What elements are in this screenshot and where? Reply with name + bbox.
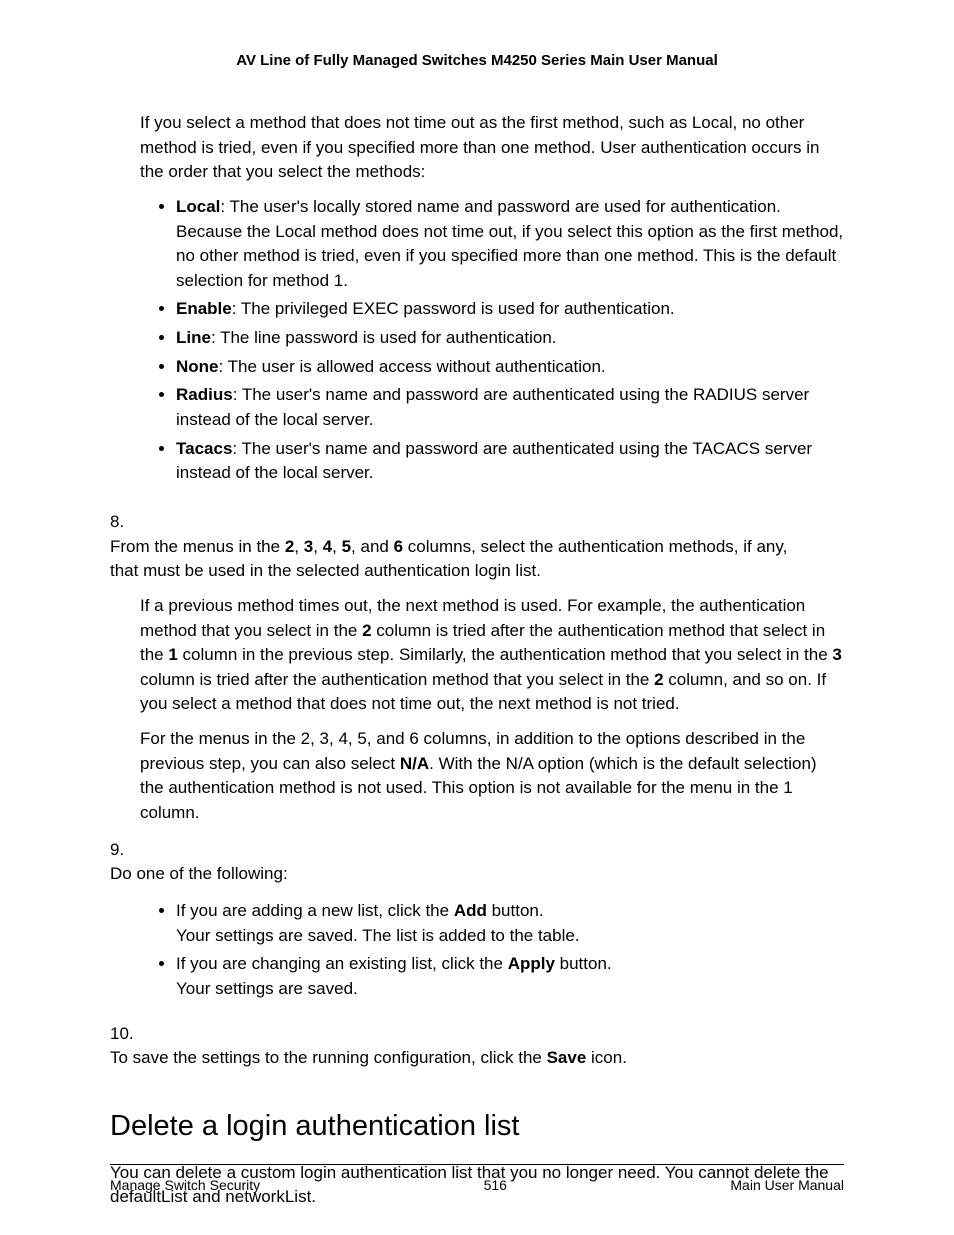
col-ref: 3	[832, 645, 841, 664]
text-run: button.	[555, 954, 612, 973]
step-8: 8. From the menus in the 2, 3, 4, 5, and…	[110, 510, 844, 826]
auth-text: : The privileged EXEC password is used f…	[232, 299, 675, 318]
text-run: ,	[332, 537, 341, 556]
auth-label: Tacacs	[176, 439, 232, 458]
col-ref: 5	[342, 537, 351, 556]
text-run: ,	[313, 537, 322, 556]
text-run: If you are changing an existing list, cl…	[176, 954, 508, 973]
text-run: column in the previous step. Similarly, …	[178, 645, 833, 664]
step-number: 9.	[110, 838, 138, 863]
list-item: Enable: The privileged EXEC password is …	[176, 297, 844, 322]
footer-page-number: 516	[484, 1177, 507, 1193]
step-number: 10.	[110, 1022, 138, 1047]
page-footer: Manage Switch Security 516 Main User Man…	[110, 1164, 844, 1193]
list-item: Tacacs: The user's name and password are…	[176, 437, 844, 486]
list-item: If you are changing an existing list, cl…	[176, 952, 844, 1001]
text-run: From the menus in the	[110, 537, 285, 556]
col-ref: 2	[654, 670, 663, 689]
auth-label: Line	[176, 328, 211, 347]
col-ref: 2	[362, 621, 371, 640]
footer-left: Manage Switch Security	[110, 1177, 260, 1193]
col-ref: 6	[394, 537, 403, 556]
auth-text: : The user is allowed access without aut…	[219, 357, 606, 376]
auth-text: : The line password is used for authenti…	[211, 328, 557, 347]
step-text: From the menus in the 2, 3, 4, 5, and 6 …	[110, 535, 812, 584]
text-run: To save the settings to the running conf…	[110, 1048, 547, 1067]
col-ref: 2	[285, 537, 294, 556]
text-run: If you are adding a new list, click the	[176, 901, 454, 920]
list-item: Line: The line password is used for auth…	[176, 326, 844, 351]
auth-text: : The user's name and password are authe…	[176, 439, 812, 483]
auth-label: None	[176, 357, 219, 376]
step-text: To save the settings to the running conf…	[110, 1046, 812, 1071]
text-run: Your settings are saved.	[176, 979, 358, 998]
text-run: , and	[351, 537, 394, 556]
step-9: 9. Do one of the following:	[110, 838, 844, 887]
auth-text: : The user's name and password are authe…	[176, 385, 809, 429]
col-ref: 4	[323, 537, 332, 556]
step-sub: If a previous method times out, the next…	[140, 594, 844, 717]
auth-text: : The user's locally stored name and pas…	[176, 197, 843, 290]
col-ref: 1	[168, 645, 177, 664]
page-header: AV Line of Fully Managed Switches M4250 …	[110, 52, 844, 69]
col-ref: 3	[304, 537, 313, 556]
text-run: icon.	[586, 1048, 627, 1067]
page-body: If you select a method that does not tim…	[110, 111, 844, 1210]
auth-label: Radius	[176, 385, 233, 404]
text-run: column is tried after the authentication…	[140, 670, 654, 689]
auth-method-list: Local: The user's locally stored name an…	[156, 195, 844, 486]
section-heading: Delete a login authentication list	[110, 1105, 844, 1147]
intro-paragraph: If you select a method that does not tim…	[140, 111, 844, 185]
text-run: ,	[294, 537, 303, 556]
save-icon-label: Save	[547, 1048, 587, 1067]
text-run: button.	[487, 901, 544, 920]
auth-label: Enable	[176, 299, 232, 318]
step-sub: For the menus in the 2, 3, 4, 5, and 6 c…	[140, 727, 844, 826]
step-text: Do one of the following:	[110, 862, 812, 887]
na-label: N/A	[400, 754, 429, 773]
add-button-label: Add	[454, 901, 487, 920]
apply-button-label: Apply	[508, 954, 555, 973]
list-item: None: The user is allowed access without…	[176, 355, 844, 380]
list-item: Radius: The user's name and password are…	[176, 383, 844, 432]
footer-right: Main User Manual	[730, 1177, 844, 1193]
list-item: Local: The user's locally stored name an…	[176, 195, 844, 294]
step-number: 8.	[110, 510, 138, 535]
auth-label: Local	[176, 197, 220, 216]
list-item: If you are adding a new list, click the …	[176, 899, 844, 948]
step-10: 10. To save the settings to the running …	[110, 1022, 844, 1071]
do-list: If you are adding a new list, click the …	[156, 899, 844, 1002]
text-run: Your settings are saved. The list is add…	[176, 926, 580, 945]
